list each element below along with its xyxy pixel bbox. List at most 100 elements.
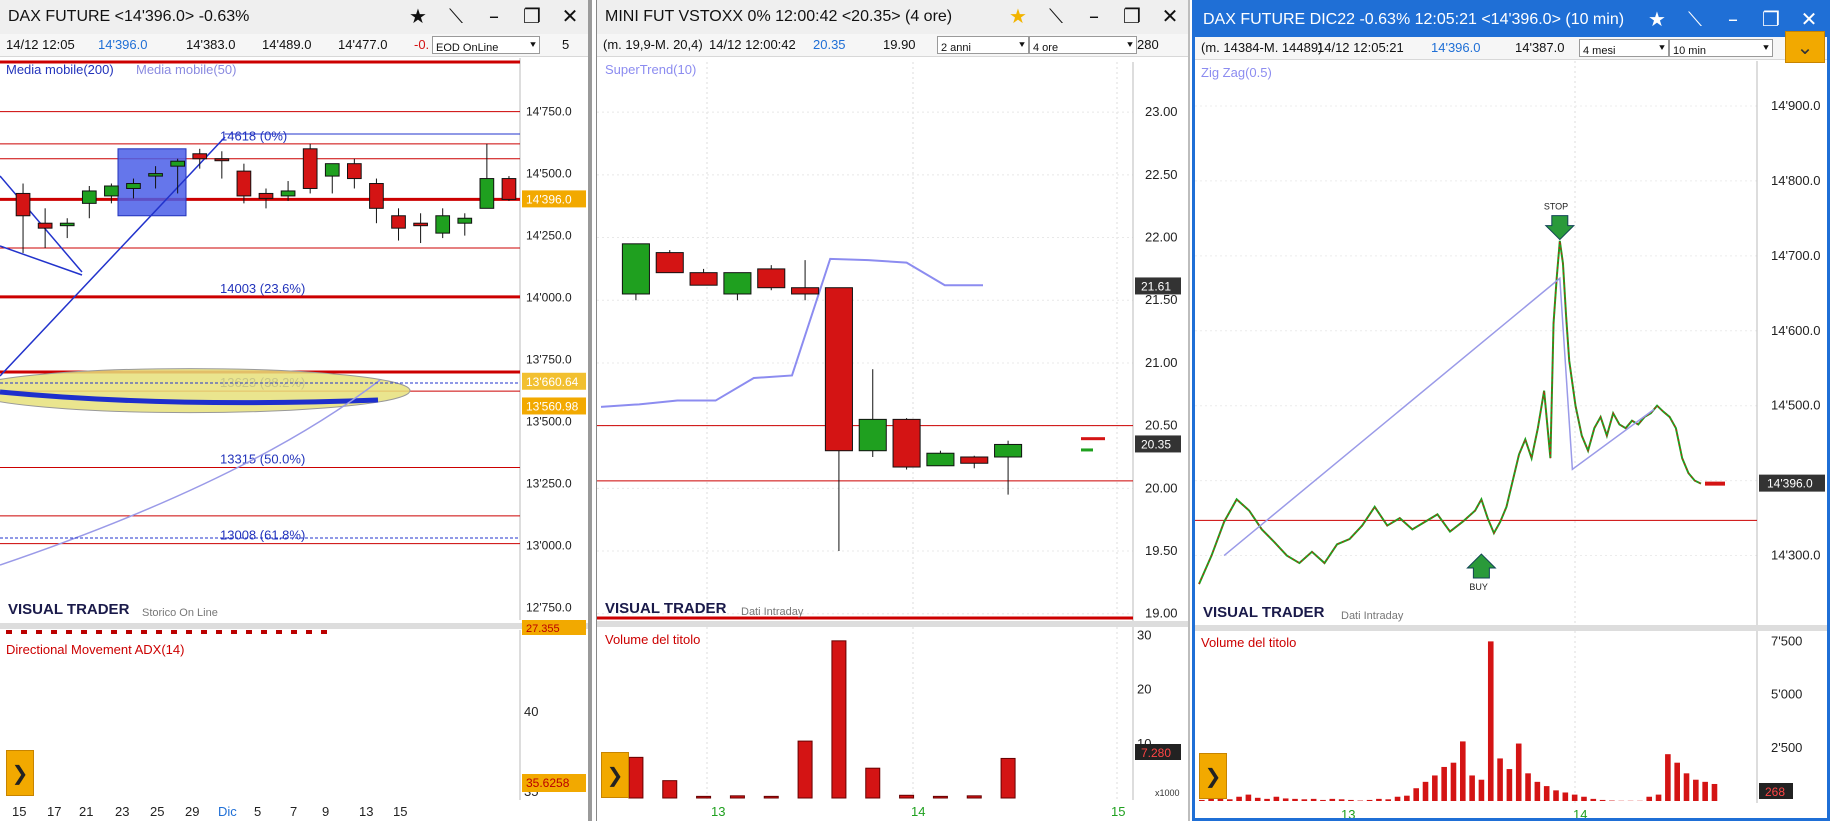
- brand-label: VISUAL TRADER: [1203, 604, 1325, 621]
- adx-marker: [306, 630, 312, 634]
- x-axis-label: 15: [12, 804, 26, 819]
- y-tick-label: 13'500.0: [526, 415, 572, 429]
- adx-marker: [261, 630, 267, 634]
- volume-bar: [628, 756, 644, 799]
- price-chart[interactable]: 23.00 22.50 22.00 21.50 21.00 20.50 20.00 19.50…: [597, 0, 1188, 821]
- price-chart[interactable]: 14'750.0 14'500.0 14'250.0 14'000.0 13'750.0…: [0, 0, 588, 821]
- adx-marker: [81, 630, 87, 634]
- volume-bar: [1422, 781, 1429, 801]
- y-tick-label: 21.00: [1145, 355, 1178, 370]
- volume-value-label: 7.280: [1141, 746, 1171, 760]
- scroll-back-button[interactable]: ❯: [1199, 753, 1227, 799]
- volume-bar: [1273, 796, 1280, 801]
- scroll-back-button[interactable]: ❯: [601, 752, 629, 798]
- price-badge-label: 20.35: [1141, 437, 1171, 451]
- price-badge-label: 21.61: [1141, 279, 1171, 293]
- volume-bar: [1497, 758, 1503, 801]
- candle-body: [126, 183, 141, 189]
- x-axis-label: 21: [79, 804, 93, 819]
- volume-bar: [1348, 799, 1354, 801]
- price-badge-label: 13'560.98: [526, 399, 579, 413]
- candle-body: [413, 222, 428, 227]
- volume-bar: [1450, 762, 1457, 801]
- candle-body: [15, 192, 31, 217]
- adx-marker: [126, 630, 132, 634]
- volume-bar: [1525, 773, 1531, 801]
- x-axis-label: 13: [359, 804, 373, 819]
- volume-bar: [1320, 799, 1326, 801]
- candle-body: [258, 192, 274, 199]
- adx-marker: [231, 630, 237, 634]
- adx-marker: [321, 630, 327, 634]
- volume-bar: [1702, 781, 1708, 801]
- volume-bar: [1683, 773, 1690, 801]
- volume-bar: [1000, 757, 1016, 799]
- scroll-back-button[interactable]: ❯: [6, 750, 34, 796]
- brand-sublabel: Dati Intraday: [741, 606, 804, 618]
- adx-marker: [246, 630, 252, 634]
- volume-bar: [1376, 798, 1382, 801]
- close-marker: [1705, 481, 1725, 486]
- y-tick-label: 14'500.0: [1771, 398, 1820, 413]
- lower-y-tick: 40: [524, 704, 538, 719]
- candle-body: [501, 178, 517, 200]
- volume-bar: [1562, 792, 1569, 801]
- candle-body: [435, 215, 451, 234]
- chart-window-vstoxx[interactable]: MINI FUT VSTOXX 0% 12:00:42 <20.35> (4 o…: [596, 0, 1190, 821]
- y-tick-label: 14'600.0: [1771, 323, 1820, 338]
- x-axis-label: Dic: [218, 804, 237, 819]
- y-tick-label: 21.50: [1145, 292, 1178, 307]
- y-tick-label: 13'000.0: [526, 539, 572, 553]
- volume-bar: [1506, 769, 1513, 801]
- signal-marker: [1081, 437, 1105, 441]
- price-chart[interactable]: 14'900.0 14'800.0 14'700.0 14'600.0 14'500.0…: [1195, 3, 1827, 818]
- zigzag-line: [1223, 276, 1655, 557]
- trend-line: [0, 136, 226, 377]
- candle-body: [81, 190, 97, 204]
- volume-bar: [1581, 796, 1587, 801]
- candle-body: [926, 452, 955, 467]
- adx-marker: [21, 630, 27, 634]
- candle-body: [37, 222, 53, 229]
- x-axis-label: 7: [290, 804, 297, 819]
- adx-marker: [36, 630, 42, 634]
- volume-bar: [1413, 788, 1419, 801]
- volume-bar: [899, 794, 915, 799]
- volume-bar: [1646, 796, 1653, 801]
- chart-window-dax-daily[interactable]: DAX FUTURE <14'396.0> -0.63% ★ ⟍ – ❐ ✕ 1…: [0, 0, 592, 821]
- y-tick-label: 12'750.0: [526, 601, 572, 615]
- x-axis-label: 14: [1573, 807, 1587, 818]
- indicator-legend: SuperTrend(10): [605, 62, 696, 77]
- volume-bar: [1441, 766, 1447, 801]
- candle-body: [104, 185, 119, 197]
- y-tick-label: 14'250.0: [526, 229, 572, 243]
- candle-body: [689, 272, 718, 286]
- volume-bar: [1264, 798, 1270, 801]
- adx-marker: [186, 630, 192, 634]
- price-line-up: [1198, 240, 1702, 585]
- adx-marker: [171, 630, 177, 634]
- candle-body: [347, 163, 362, 180]
- brand-label: VISUAL TRADER: [8, 601, 130, 618]
- candle-body: [170, 160, 185, 167]
- candle-body: [723, 272, 752, 295]
- trend-line: [0, 245, 83, 276]
- y-tick-label: 22.00: [1145, 230, 1178, 245]
- volume-bar: [1711, 783, 1718, 801]
- volume-bar: [797, 740, 813, 799]
- chart-window-dax-intraday[interactable]: DAX FUTURE DIC22 -0.63% 12:05:21 <14'396…: [1192, 0, 1830, 821]
- y-tick-label: 22.50: [1145, 167, 1178, 182]
- y-tick-label: 20.50: [1145, 418, 1178, 433]
- candle-body: [391, 215, 406, 229]
- fib-level-label: 13008 (61.8%): [220, 528, 305, 543]
- stop-signal-label: STOP: [1544, 202, 1568, 212]
- y-tick-label: 14'300.0: [1771, 548, 1820, 563]
- x-axis-label: 23: [115, 804, 129, 819]
- volume-bar: [1404, 795, 1410, 801]
- volume-bar: [1655, 794, 1662, 801]
- adx-marker: [276, 630, 282, 634]
- candle-body: [324, 163, 340, 177]
- volume-bar: [1208, 798, 1214, 801]
- price-badge-label: 13'660.64: [526, 375, 579, 389]
- volume-bar: [1665, 754, 1671, 801]
